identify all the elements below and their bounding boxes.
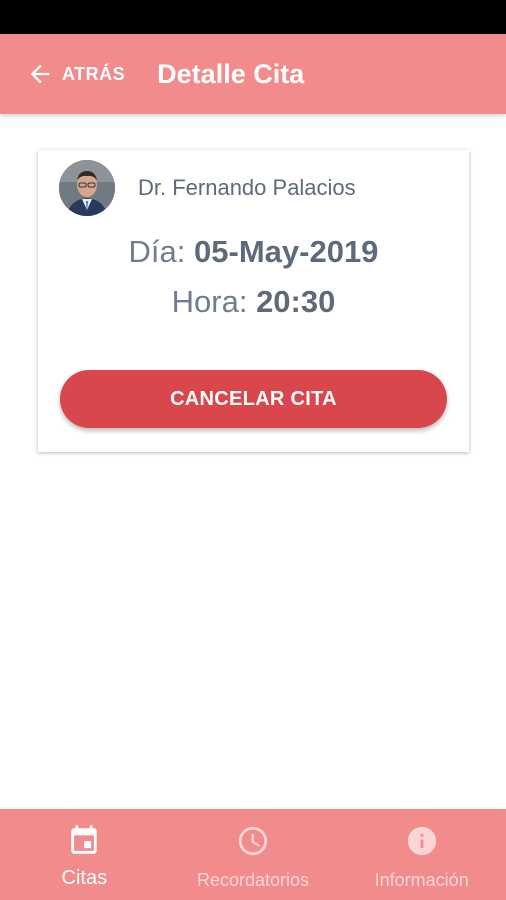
app-bar: ATRÁS Detalle Cita (0, 34, 506, 114)
date-label: Día: (128, 234, 186, 269)
nav-item-citas[interactable]: Citas (0, 809, 169, 900)
cancel-appointment-button[interactable]: CANCELAR CITA (60, 370, 447, 428)
nav-item-informacion[interactable]: Información (337, 809, 506, 900)
clock-icon (238, 826, 268, 856)
appointment-time: Hora: 20:30 (38, 284, 469, 320)
time-value: 20:30 (256, 284, 336, 319)
bottom-nav: Citas Recordatorios Información (0, 809, 506, 900)
doctor-name: Dr. Fernando Palacios (138, 175, 356, 200)
avatar (59, 160, 115, 216)
date-value: 05-May-2019 (194, 234, 379, 269)
doctor-row: Dr. Fernando Palacios (59, 160, 356, 216)
page-title: Detalle Cita (157, 58, 305, 89)
nav-label-informacion: Información (374, 870, 469, 890)
nav-label-recordatorios: Recordatorios (196, 870, 310, 890)
calendar-icon (71, 825, 98, 854)
status-bar (0, 0, 506, 34)
info-icon (407, 826, 436, 856)
appointment-date: Día: 05-May-2019 (38, 234, 469, 270)
back-button[interactable]: ATRÁS (26, 60, 125, 88)
arrow-left-icon (30, 64, 50, 84)
time-label: Hora: (171, 284, 248, 319)
nav-label-citas: Citas (61, 867, 108, 889)
appointment-card: Dr. Fernando Palacios Día: 05-May-2019 H… (38, 150, 469, 452)
back-label: ATRÁS (62, 63, 126, 84)
nav-item-recordatorios[interactable]: Recordatorios (169, 809, 338, 900)
